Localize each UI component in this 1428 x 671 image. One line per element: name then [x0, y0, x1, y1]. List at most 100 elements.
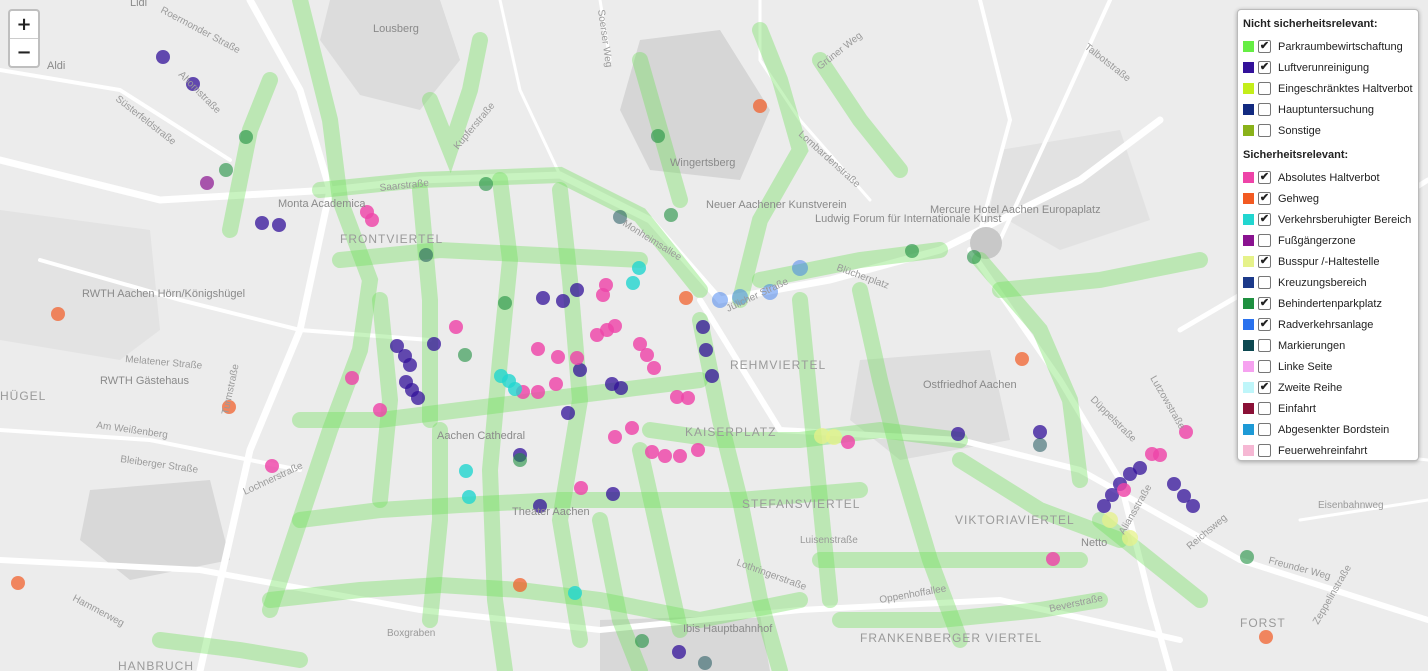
place-label: Netto — [1081, 537, 1107, 549]
legend-label: Einfahrt — [1278, 402, 1316, 415]
legend-checkbox[interactable]: ✔ — [1258, 297, 1271, 310]
legend-swatch — [1243, 382, 1254, 393]
legend-row: ✔ Luftverunreinigung — [1243, 57, 1418, 78]
legend-swatch — [1243, 298, 1254, 309]
legend-checkbox[interactable]: ✔ — [1258, 171, 1271, 184]
legend-label: Absolutes Haltverbot — [1278, 171, 1380, 184]
legend-label: Fußgängerzone — [1278, 234, 1356, 247]
legend-label: Sonstige — [1278, 124, 1321, 137]
legend-swatch — [1243, 62, 1254, 73]
district-label: VIKTORIAVIERTEL — [955, 513, 1075, 527]
legend-row: Eingeschränktes Haltverbot — [1243, 78, 1418, 99]
legend-row: ✔ Radverkehrsanlage — [1243, 314, 1418, 335]
legend-checkbox[interactable] — [1258, 82, 1271, 95]
legend-checkbox[interactable] — [1258, 444, 1271, 457]
district-label: HÜGEL — [0, 389, 46, 403]
legend-swatch — [1243, 319, 1254, 330]
legend-label: Linke Seite — [1278, 360, 1333, 373]
legend-checkbox[interactable]: ✔ — [1258, 40, 1271, 53]
legend-safety-heading: Sicherheitsrelevant: — [1243, 149, 1349, 161]
layer-legend: Nicht sicherheitsrelevant: ✔ Parkraumbewi… — [1237, 9, 1419, 461]
legend-row: Fußgängerzone — [1243, 230, 1418, 251]
zoom-control: + − — [8, 9, 40, 68]
legend-label: Markierungen — [1278, 339, 1346, 352]
legend-swatch — [1243, 41, 1254, 52]
legend-label: Zweite Reihe — [1278, 381, 1343, 394]
place-label: Monta Academica — [278, 198, 366, 210]
district-label: REHMVIERTEL — [730, 358, 826, 372]
legend-checkbox[interactable]: ✔ — [1258, 213, 1271, 226]
legend-row: Hauptuntersuchung — [1243, 99, 1418, 120]
legend-label: Parkraumbewirtschaftung — [1278, 40, 1403, 53]
legend-swatch — [1243, 214, 1254, 225]
place-label: Theater Aachen — [512, 506, 590, 518]
legend-label: Behindertenparkplatz — [1278, 297, 1382, 310]
legend-label: Eingeschränktes Haltverbot — [1278, 82, 1413, 95]
place-label: Ostfriedhof Aachen — [923, 379, 1017, 391]
district-label: FRANKENBERGER VIERTEL — [860, 631, 1042, 645]
legend-label: Abgesenkter Bordstein — [1278, 423, 1390, 436]
svg-text:Luisenstraße: Luisenstraße — [800, 535, 858, 546]
zoom-out-button[interactable]: − — [10, 39, 38, 66]
legend-swatch — [1243, 125, 1254, 136]
legend-row: ✔ Verkehrsberuhigter Bereich — [1243, 209, 1418, 230]
place-label: Wingertsberg — [670, 157, 735, 169]
legend-checkbox[interactable] — [1258, 423, 1271, 436]
legend-checkbox[interactable] — [1258, 402, 1271, 415]
legend-checkbox[interactable] — [1258, 360, 1271, 373]
place-label: RWTH Gästehaus — [100, 375, 190, 387]
legend-checkbox[interactable]: ✔ — [1258, 318, 1271, 331]
legend-row: ✔ Parkraumbewirtschaftung — [1243, 36, 1418, 57]
place-label: Aachen Cathedral — [437, 430, 525, 442]
legend-swatch — [1243, 256, 1254, 267]
legend-checkbox[interactable] — [1258, 124, 1271, 137]
legend-checkbox[interactable]: ✔ — [1258, 255, 1271, 268]
legend-swatch — [1243, 193, 1254, 204]
legend-row: Linke Seite — [1243, 356, 1418, 377]
legend-swatch — [1243, 235, 1254, 246]
place-label: Lousberg — [373, 23, 419, 35]
place-label: Lidl — [130, 0, 147, 9]
legend-label: Gehweg — [1278, 192, 1319, 205]
legend-checkbox[interactable] — [1258, 339, 1271, 352]
place-label: RWTH Aachen Hörn/Königshügel — [82, 288, 245, 300]
place-label: Neuer Aachener Kunstverein — [706, 199, 847, 211]
city-map[interactable]: Lousberg Wingertsberg Neuer Aachener Kun… — [0, 0, 1428, 671]
legend-row: ✔ Busspur /-Haltestelle — [1243, 251, 1418, 272]
legend-checkbox[interactable] — [1258, 276, 1271, 289]
legend-checkbox[interactable] — [1258, 234, 1271, 247]
legend-row: Einfahrt — [1243, 398, 1418, 419]
legend-swatch — [1243, 277, 1254, 288]
legend-label: Radverkehrsanlage — [1278, 318, 1374, 331]
legend-swatch — [1243, 340, 1254, 351]
legend-row: Markierungen — [1243, 335, 1418, 356]
legend-swatch — [1243, 172, 1254, 183]
legend-swatch — [1243, 361, 1254, 372]
legend-label: Hauptuntersuchung — [1278, 103, 1375, 116]
legend-swatch — [1243, 403, 1254, 414]
legend-swatch — [1243, 445, 1254, 456]
legend-checkbox[interactable]: ✔ — [1258, 381, 1271, 394]
legend-label: Kreuzungsbereich — [1278, 276, 1367, 289]
district-label: KAISERPLATZ — [685, 425, 776, 439]
district-label: FORST — [1240, 616, 1286, 630]
district-label: HANBRUCH — [118, 659, 194, 671]
legend-row: ✔ Gehweg — [1243, 188, 1418, 209]
legend-row: ✔ Behindertenparkplatz — [1243, 293, 1418, 314]
svg-text:Boxgraben: Boxgraben — [387, 628, 435, 639]
place-label: Mercure Hotel Aachen Europaplatz — [930, 204, 1101, 216]
zoom-in-button[interactable]: + — [10, 11, 38, 39]
legend-row: ✔ Zweite Reihe — [1243, 377, 1418, 398]
legend-checkbox[interactable] — [1258, 103, 1271, 116]
legend-checkbox[interactable]: ✔ — [1258, 192, 1271, 205]
legend-non-safety-heading: Nicht sicherheitsrelevant: — [1243, 18, 1378, 30]
legend-label: Busspur /-Haltestelle — [1278, 255, 1380, 268]
legend-label: Feuerwehreinfahrt — [1278, 444, 1368, 457]
legend-row: Abgesenkter Bordstein — [1243, 419, 1418, 440]
legend-swatch — [1243, 83, 1254, 94]
legend-label: Verkehrsberuhigter Bereich — [1278, 213, 1412, 226]
legend-row: Sonstige — [1243, 120, 1418, 141]
legend-swatch — [1243, 424, 1254, 435]
legend-row: Feuerwehreinfahrt — [1243, 440, 1418, 461]
legend-checkbox[interactable]: ✔ — [1258, 61, 1271, 74]
